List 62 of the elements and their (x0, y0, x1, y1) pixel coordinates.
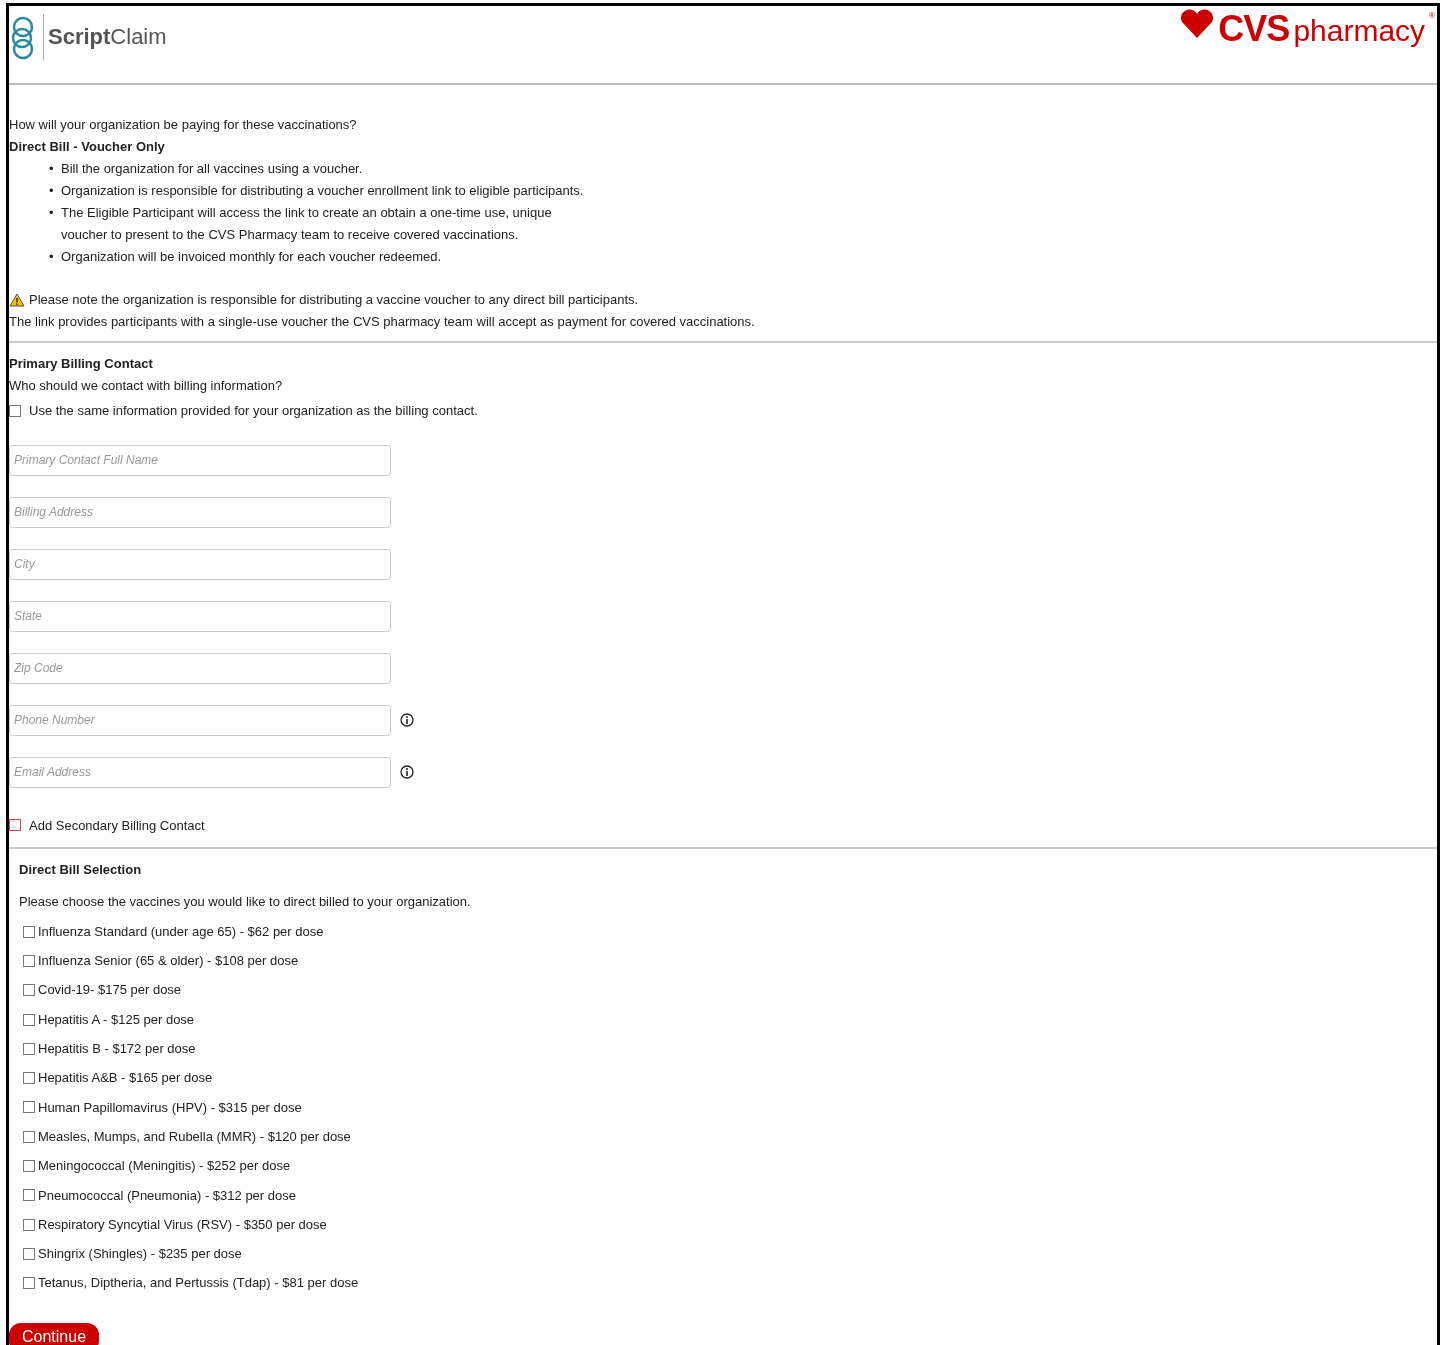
bullet-mark: • (49, 160, 55, 178)
checkbox[interactable] (23, 1277, 35, 1290)
input-field[interactable]: Phone Number (9, 704, 391, 736)
checkbox-label: Pneumococcal (Pneumonia) - $312 per dose (38, 1186, 296, 1205)
note-text: The link provides participants with a single-use voucher the CVS pharmacy team will accept as payment for covered vaccinations. (9, 313, 756, 331)
question-text: How will your organization be paying for these vaccinations? (9, 116, 358, 134)
checkbox-label: Meningococcal (Meningitis) - $252 per dose (38, 1157, 291, 1176)
input-field[interactable]: Email Address (9, 756, 391, 788)
checkbox[interactable] (9, 404, 21, 417)
bullet-mark: • (49, 248, 55, 266)
heart-icon (1180, 9, 1215, 39)
bullet-text: Bill the organization for all vaccines using a voucher. (61, 160, 363, 178)
app-logo-text: ScriptClaim (43, 14, 167, 60)
checkbox[interactable] (23, 1013, 35, 1026)
checkbox-label: Respiratory Syncytial Virus (RSV) - $350 per dose (38, 1215, 327, 1234)
brand-logo-tagline: pharmacy (1293, 13, 1426, 49)
checkbox-label: Tetanus, Diptheria, and Pertussis (Tdap) - $81 per dose (38, 1274, 359, 1293)
checkbox-label: Use the same information provided for your organization as the billing contact. (29, 402, 478, 420)
checkbox-label: Hepatitis A&B - $165 per dose (38, 1069, 213, 1088)
info-icon (400, 765, 414, 779)
bullet-text: Organization will be invoiced monthly for each voucher redeemed. (61, 248, 442, 266)
warning-text: Please note the organization is responsible for distributing a vaccine voucher to any direct bill participants. (29, 291, 639, 309)
checkbox[interactable] (23, 1218, 35, 1231)
continue-button[interactable]: Continue (9, 1322, 100, 1345)
checkbox[interactable] (23, 1247, 35, 1260)
option-title: Direct Bill - Voucher Only (9, 138, 166, 156)
brand-logo-name: CVS (1218, 9, 1290, 49)
checkbox[interactable] (23, 1160, 35, 1172)
input-field[interactable]: City (9, 548, 391, 580)
checkbox[interactable] (9, 819, 21, 832)
checkbox-label: Hepatitis B - $172 per dose (38, 1040, 196, 1059)
checkbox-label: Covid-19- $175 per dose (38, 981, 182, 1000)
checkbox[interactable] (23, 1130, 35, 1143)
section-title: Direct Bill Selection (19, 861, 143, 879)
checkbox-label: Measles, Mumps, and Rubella (MMR) - $120 per dose (38, 1127, 351, 1146)
instruction-text: Please choose the vaccines you would like to direct billed to your organization. (19, 893, 472, 911)
section-title: Primary Billing Contact (9, 355, 154, 373)
checkbox[interactable] (23, 954, 35, 967)
bullet-text: The Eligible Participant will access the link to create an obtain a one-time use, unique voucher to present to the CVS Pharmacy team to receive covered vaccinations. (61, 204, 553, 244)
info-icon (400, 713, 414, 727)
checkbox[interactable] (23, 1189, 35, 1202)
checkbox-label: Influenza Standard (under age 65) - $62 per dose (38, 922, 324, 941)
input-field[interactable]: Primary Contact Full Name (9, 444, 391, 476)
registered-mark: ® (1429, 10, 1435, 22)
checkbox-label: Hepatitis A - $125 per dose (38, 1010, 195, 1029)
warning-icon (9, 293, 25, 307)
checkbox[interactable] (23, 1042, 35, 1055)
input-field[interactable]: State (9, 600, 391, 632)
checkbox-label: Add Secondary Billing Contact (29, 816, 205, 835)
bullet-text: Organization is responsible for distributing a voucher enrollment link to eligible participants. (61, 182, 584, 200)
checkbox[interactable] (23, 1072, 35, 1085)
checkbox[interactable] (23, 925, 35, 938)
checkbox[interactable] (23, 1101, 35, 1114)
checkbox-label: Human Papillomavirus (HPV) - $315 per dose (38, 1098, 302, 1117)
input-field[interactable]: Billing Address (9, 496, 391, 528)
bullet-mark: • (49, 204, 55, 222)
input-field[interactable]: Zip Code (9, 652, 391, 684)
checkbox-label: Shingrix (Shingles) - $235 per dose (38, 1245, 242, 1264)
checkbox[interactable] (23, 984, 35, 997)
question-text: Who should we contact with billing information? (9, 377, 284, 395)
bullet-mark: • (49, 182, 55, 200)
checkbox-label: Influenza Senior (65 & older) - $108 per dose (38, 952, 299, 971)
